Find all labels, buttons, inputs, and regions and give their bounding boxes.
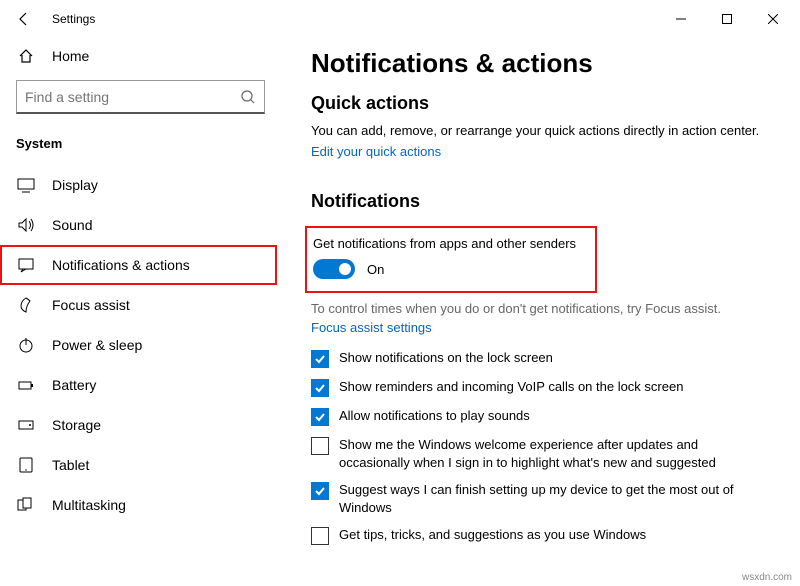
- checkbox-row: Show me the Windows welcome experience a…: [311, 436, 770, 471]
- close-icon: [768, 14, 778, 24]
- checkbox-row: Suggest ways I can finish setting up my …: [311, 481, 770, 516]
- sidebar-item-battery[interactable]: Battery: [0, 365, 277, 405]
- sidebar-item-multitasking[interactable]: Multitasking: [0, 485, 277, 525]
- home-icon: [16, 48, 36, 64]
- nav-list: Display Sound Notifications & actions Fo…: [0, 159, 277, 525]
- sidebar-item-label: Tablet: [52, 457, 89, 473]
- sidebar-item-tablet[interactable]: Tablet: [0, 445, 277, 485]
- sidebar-item-display[interactable]: Display: [0, 165, 277, 205]
- battery-icon: [16, 376, 36, 394]
- checkbox[interactable]: [311, 350, 329, 368]
- main-content: Notifications & actions Quick actions Yo…: [281, 38, 800, 586]
- focus-assist-link[interactable]: Focus assist settings: [311, 320, 432, 335]
- arrow-left-icon: [16, 11, 32, 27]
- sidebar-item-label: Display: [52, 177, 98, 193]
- quick-actions-desc: You can add, remove, or rearrange your q…: [311, 122, 770, 140]
- checkbox[interactable]: [311, 408, 329, 426]
- home-button[interactable]: Home: [0, 38, 277, 80]
- tablet-icon: [16, 456, 36, 474]
- sidebar-item-notifications[interactable]: Notifications & actions: [0, 245, 277, 285]
- sidebar-item-storage[interactable]: Storage: [0, 405, 277, 445]
- search-box[interactable]: [16, 80, 265, 114]
- section-title: System: [0, 114, 277, 159]
- maximize-icon: [722, 14, 732, 24]
- sidebar-item-focus-assist[interactable]: Focus assist: [0, 285, 277, 325]
- notifications-toggle-block: Get notifications from apps and other se…: [305, 226, 597, 293]
- checkbox-row: Show reminders and incoming VoIP calls o…: [311, 378, 770, 397]
- home-label: Home: [52, 48, 89, 64]
- sidebar-item-label: Sound: [52, 217, 92, 233]
- checkbox-row: Show notifications on the lock screen: [311, 349, 770, 368]
- checkbox-label: Suggest ways I can finish setting up my …: [339, 481, 739, 516]
- display-icon: [16, 176, 36, 194]
- sidebar-item-sound[interactable]: Sound: [0, 205, 277, 245]
- sidebar-item-label: Multitasking: [52, 497, 126, 513]
- notification-options: Show notifications on the lock screen Sho…: [311, 349, 770, 545]
- notifications-toggle-label: Get notifications from apps and other se…: [311, 236, 581, 251]
- toggle-state-text: On: [367, 262, 384, 277]
- checkbox-label: Allow notifications to play sounds: [339, 407, 530, 425]
- sidebar-item-label: Storage: [52, 417, 101, 433]
- power-icon: [16, 336, 36, 354]
- checkbox[interactable]: [311, 437, 329, 455]
- sound-icon: [16, 216, 36, 234]
- window-title: Settings: [52, 12, 95, 26]
- check-icon: [314, 353, 326, 365]
- edit-quick-actions-link[interactable]: Edit your quick actions: [311, 144, 441, 159]
- focus-assist-icon: [16, 296, 36, 314]
- search-icon: [240, 89, 256, 105]
- storage-icon: [16, 416, 36, 434]
- close-button[interactable]: [750, 4, 796, 34]
- search-input[interactable]: [25, 89, 240, 105]
- sidebar-item-label: Power & sleep: [52, 337, 142, 353]
- watermark: wsxdn.com: [742, 572, 792, 583]
- checkbox-row: Get tips, tricks, and suggestions as you…: [311, 526, 770, 545]
- checkbox[interactable]: [311, 527, 329, 545]
- check-icon: [314, 485, 326, 497]
- checkbox[interactable]: [311, 482, 329, 500]
- minimize-icon: [676, 14, 686, 24]
- quick-actions-title: Quick actions: [311, 93, 770, 114]
- minimize-button[interactable]: [658, 4, 704, 34]
- maximize-button[interactable]: [704, 4, 750, 34]
- checkbox-label: Show notifications on the lock screen: [339, 349, 553, 367]
- checkbox-label: Get tips, tricks, and suggestions as you…: [339, 526, 646, 544]
- sidebar-item-label: Battery: [52, 377, 96, 393]
- check-icon: [314, 382, 326, 394]
- back-button[interactable]: [4, 0, 44, 38]
- multitasking-icon: [16, 496, 36, 514]
- checkbox-label: Show reminders and incoming VoIP calls o…: [339, 378, 683, 396]
- titlebar: Settings: [0, 0, 800, 38]
- notifications-title: Notifications: [311, 191, 770, 212]
- focus-assist-hint: To control times when you do or don't ge…: [311, 301, 770, 316]
- checkbox-label: Show me the Windows welcome experience a…: [339, 436, 739, 471]
- sidebar: Home System Display Sound Notifications …: [0, 38, 281, 586]
- sidebar-item-power-sleep[interactable]: Power & sleep: [0, 325, 277, 365]
- check-icon: [314, 411, 326, 423]
- window-controls: [658, 4, 796, 34]
- checkbox[interactable]: [311, 379, 329, 397]
- sidebar-item-label: Focus assist: [52, 297, 130, 313]
- sidebar-item-label: Notifications & actions: [52, 257, 190, 273]
- page-title: Notifications & actions: [311, 48, 770, 79]
- checkbox-row: Allow notifications to play sounds: [311, 407, 770, 426]
- notifications-toggle[interactable]: [313, 259, 355, 279]
- notifications-icon: [16, 256, 36, 274]
